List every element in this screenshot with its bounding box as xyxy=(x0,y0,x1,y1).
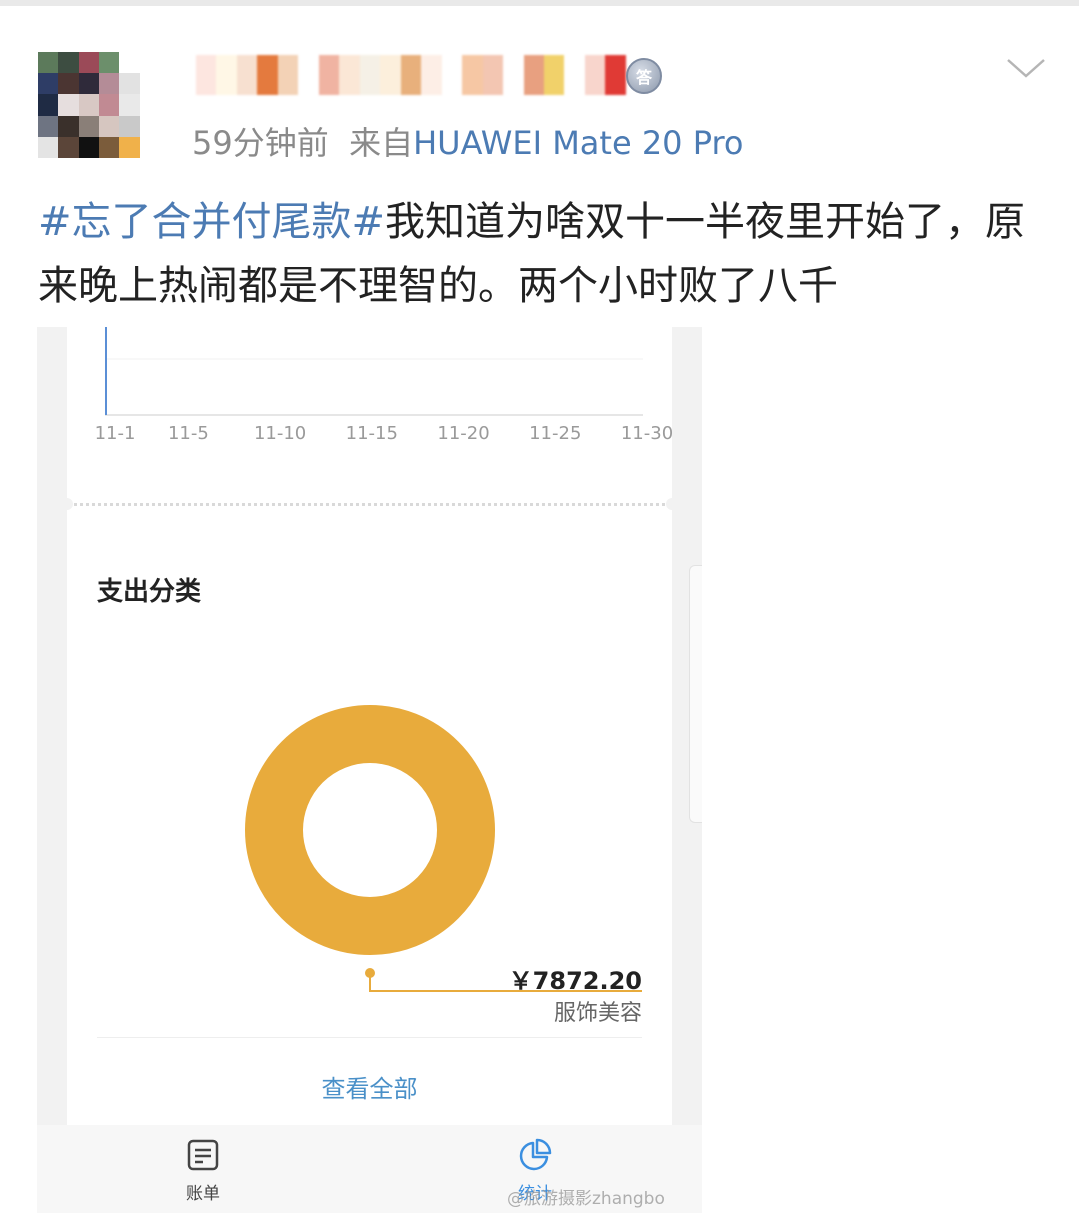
donut-slice-clothing[interactable] xyxy=(245,705,495,955)
section-title: 支出分类 xyxy=(97,577,202,607)
view-all-label[interactable]: 查看全部 xyxy=(322,1075,418,1103)
x-tick-label: 11-5 xyxy=(168,423,209,444)
view-all-link[interactable]: 查看全部 xyxy=(37,1069,702,1104)
post-meta: 59分钟前 来自HUAWEI Mate 20 Pro xyxy=(192,118,743,164)
scroll-indicator[interactable] xyxy=(689,565,702,823)
source-device-link[interactable]: HUAWEI Mate 20 Pro xyxy=(413,124,743,162)
hashtag-link[interactable]: #忘了合并付尾款# xyxy=(38,199,385,245)
right-notch xyxy=(666,498,678,510)
divider xyxy=(97,1037,642,1038)
source-prefix: 来自 xyxy=(349,124,414,162)
tab-bills-label: 账单 xyxy=(186,1184,220,1204)
x-tick-label: 11-1 xyxy=(95,423,136,444)
x-tick-label: 11-15 xyxy=(346,423,398,444)
bill-icon xyxy=(187,1139,219,1171)
post-time: 59分钟前 xyxy=(192,124,329,162)
expense-donut-chart[interactable] xyxy=(245,705,495,955)
top-edge xyxy=(0,0,1079,6)
left-notch xyxy=(61,498,73,510)
x-tick-label: 11-25 xyxy=(529,423,581,444)
watermark: @旅游摄影zhangbo xyxy=(507,1189,665,1209)
dotted-divider xyxy=(67,503,672,506)
x-tick-label: 11-10 xyxy=(254,423,306,444)
category-name: 服饰美容 xyxy=(553,1001,642,1026)
x-tick-labels: 11-1 11-5 11-10 11-15 11-20 11-25 11-30 xyxy=(95,423,672,444)
daily-chart-card: 11-1 11-5 11-10 11-15 11-20 11-25 11-30 xyxy=(67,327,672,507)
x-tick-label: 11-20 xyxy=(437,423,489,444)
x-tick-label: 11-30 xyxy=(621,423,672,444)
pie-chart-icon xyxy=(519,1138,552,1171)
medal-badge-icon: 答 xyxy=(626,58,662,94)
post-text: #忘了合并付尾款#我知道为啥双十一半夜里开始了，原来晚上热闹都是不理智的。两个小… xyxy=(38,190,1048,318)
chevron-down-icon[interactable] xyxy=(1006,56,1046,80)
tab-bills[interactable]: 账单 xyxy=(163,1137,243,1204)
category-amount: ￥7872.20 xyxy=(508,967,642,995)
embedded-screenshot: 11-1 11-5 11-10 11-15 11-20 11-25 11-30 支出分类 ￥… xyxy=(37,327,702,1213)
daily-expense-chart: 11-1 11-5 11-10 11-15 11-20 11-25 11-30 xyxy=(95,327,672,444)
avatar[interactable] xyxy=(38,52,160,158)
username-blurred[interactable] xyxy=(196,55,626,95)
